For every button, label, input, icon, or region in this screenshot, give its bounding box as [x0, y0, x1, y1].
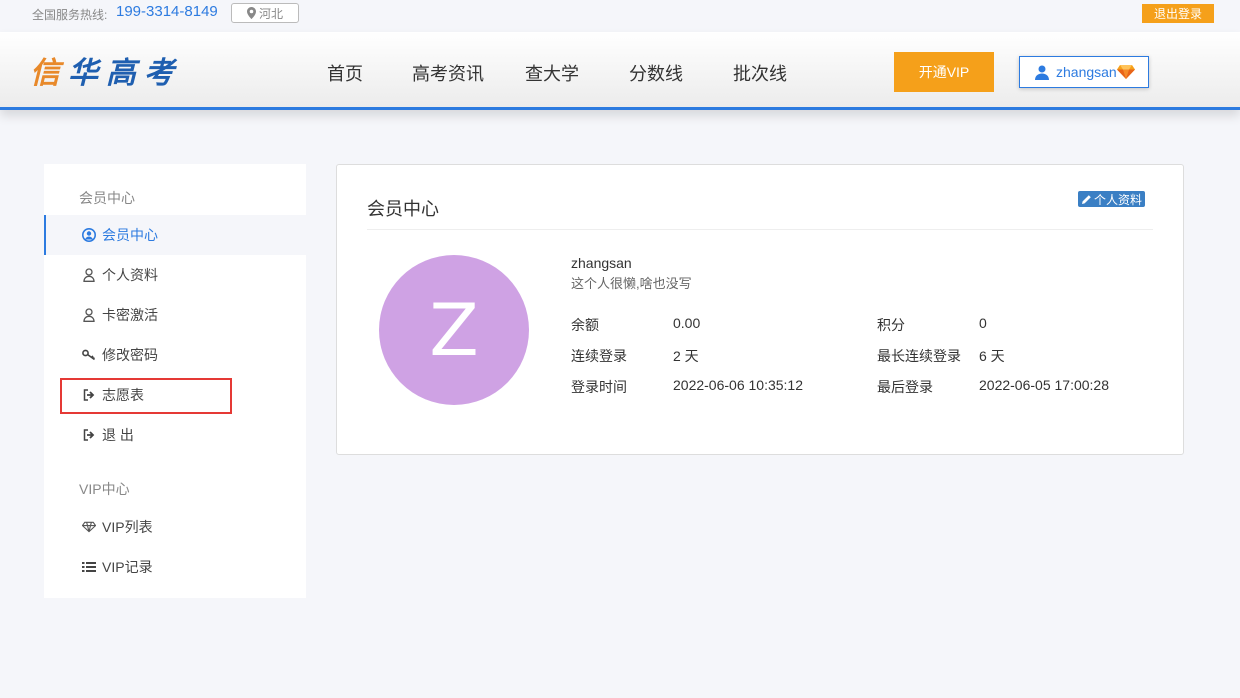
- streak-label: 连续登录: [571, 348, 627, 364]
- region-selector[interactable]: 河北: [231, 3, 299, 23]
- login-time-label: 登录时间: [571, 379, 627, 395]
- sidebar-item-profile[interactable]: 个人资料: [44, 255, 306, 295]
- avatar: Z: [379, 255, 529, 405]
- sidebar-item-label: 修改密码: [102, 347, 158, 363]
- header-username: zhangsan: [1056, 64, 1117, 80]
- points-value: 0: [979, 315, 987, 331]
- member-center-card: 会员中心 个人资料 Z zhangsan 这个人很懒,啥也没写 余额 0.00 …: [336, 164, 1184, 455]
- user-menu-button[interactable]: zhangsan: [1019, 56, 1149, 88]
- last-login-value: 2022-06-05 17:00:28: [979, 377, 1109, 393]
- user-icon: [82, 308, 96, 322]
- balance-label: 余额: [571, 317, 599, 333]
- site-header: 信华高考 首页 高考资讯 查大学 分数线 批次线 开通VIP zhangsan: [0, 32, 1240, 110]
- sidebar-item-vip-list[interactable]: VIP列表: [44, 507, 306, 547]
- logo-first-char: 信: [30, 56, 68, 91]
- sidebar-section-member: 会员中心: [79, 190, 135, 206]
- sidebar-item-application-form[interactable]: 志愿表: [44, 375, 306, 415]
- sidebar-item-change-password[interactable]: 修改密码: [44, 335, 306, 375]
- main-nav: 首页 高考资讯 查大学 分数线 批次线: [310, 60, 796, 86]
- diamond-icon: [82, 521, 96, 533]
- edit-profile-label: 个人资料: [1094, 192, 1143, 207]
- top-bar: 全国服务热线: 199-3314-8149 河北 退出登录: [0, 0, 1240, 28]
- sidebar-item-card-activation[interactable]: 卡密激活: [44, 295, 306, 335]
- profile-bio: 这个人很懒,啥也没写: [571, 276, 692, 291]
- streak-value: 2 天: [673, 348, 699, 364]
- vip-diamond-icon: [1116, 65, 1135, 79]
- sidebar-item-logout[interactable]: 退 出: [44, 415, 306, 455]
- balance-value: 0.00: [673, 315, 701, 331]
- site-logo[interactable]: 信华高考: [30, 52, 182, 91]
- max-streak-value: 6 天: [979, 348, 1005, 364]
- user-circle-icon: [82, 228, 96, 242]
- sidebar-item-label: 个人资料: [102, 267, 158, 283]
- hotline-label: 全国服务热线:: [32, 8, 108, 22]
- sidebar-item-member-center[interactable]: 会员中心: [44, 215, 306, 255]
- sidebar-section-vip: VIP中心: [79, 481, 130, 497]
- edit-profile-button[interactable]: 个人资料: [1078, 191, 1146, 207]
- nav-universities[interactable]: 查大学: [516, 60, 588, 86]
- logo-rest: 华高考: [68, 56, 182, 91]
- open-vip-button[interactable]: 开通VIP: [894, 52, 994, 92]
- region-label: 河北: [258, 6, 283, 21]
- login-time-value: 2022-06-06 10:35:12: [673, 377, 803, 393]
- sidebar-item-label: 志愿表: [102, 387, 144, 403]
- sidebar: 会员中心 会员中心 个人资料 卡密激活 修改密码 志愿表 退 出 VIP中心 V…: [44, 164, 306, 598]
- key-icon: [82, 349, 96, 361]
- pencil-icon: [1082, 194, 1091, 204]
- max-streak-label: 最长连续登录: [877, 348, 961, 364]
- card-title: 会员中心: [367, 199, 439, 219]
- user-icon: [1035, 65, 1049, 80]
- nav-batch-lines[interactable]: 批次线: [724, 60, 796, 86]
- profile-username: zhangsan: [571, 255, 632, 271]
- user-icon: [82, 268, 96, 282]
- sidebar-item-vip-records[interactable]: VIP记录: [44, 547, 306, 587]
- nav-home[interactable]: 首页: [310, 60, 380, 86]
- sidebar-item-label: VIP记录: [102, 559, 153, 575]
- sidebar-item-label: 卡密激活: [102, 307, 158, 323]
- sidebar-item-label: 会员中心: [102, 227, 158, 243]
- sign-out-icon: [82, 389, 96, 401]
- nav-news[interactable]: 高考资讯: [380, 60, 516, 86]
- hotline-number: 199-3314-8149: [116, 3, 218, 20]
- sign-out-icon: [82, 429, 96, 441]
- last-login-label: 最后登录: [877, 379, 933, 395]
- nav-scores[interactable]: 分数线: [588, 60, 724, 86]
- logout-button[interactable]: 退出登录: [1142, 4, 1214, 23]
- map-pin-icon: [246, 7, 256, 19]
- list-icon: [82, 561, 96, 573]
- card-divider: [367, 229, 1153, 230]
- sidebar-item-label: 退 出: [102, 427, 134, 443]
- points-label: 积分: [877, 317, 905, 333]
- sidebar-item-label: VIP列表: [102, 519, 153, 535]
